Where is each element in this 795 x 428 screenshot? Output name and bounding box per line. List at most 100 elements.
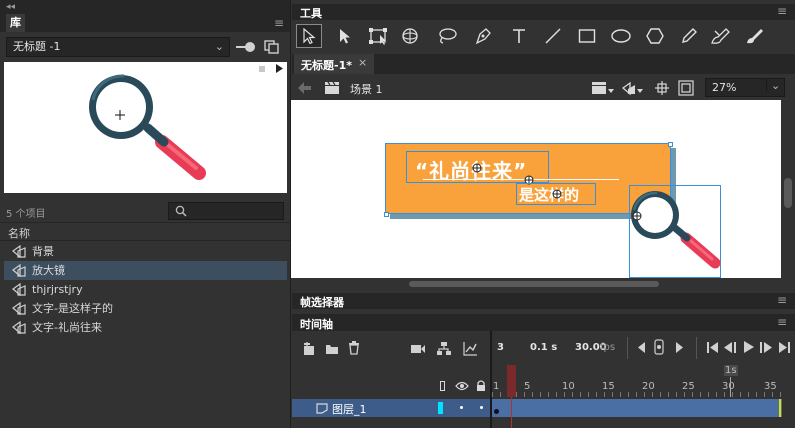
graphic-symbol-icon [12, 321, 26, 334]
selection-handle[interactable] [668, 142, 673, 147]
scene-clapper-icon [324, 81, 340, 95]
frame-track[interactable] [492, 399, 782, 417]
library-collapse-bar[interactable]: ◂◂ [0, 0, 290, 14]
selection-tool-button[interactable] [296, 24, 322, 48]
library-item-count: 5 个项目 [6, 209, 46, 220]
layer-row[interactable]: 图层_1 [292, 399, 490, 417]
free-transform-tool-button[interactable] [366, 24, 392, 48]
graph-editor-icon[interactable] [462, 341, 478, 357]
go-to-first-frame-icon[interactable] [707, 342, 718, 353]
camera-icon[interactable] [410, 343, 426, 355]
oval-tool-button[interactable] [608, 24, 634, 48]
library-item-text-lishang[interactable]: 文字-礼尚往来 [4, 318, 287, 337]
library-item-background[interactable]: 背景 [4, 242, 287, 261]
layer-lock-dot[interactable] [480, 406, 483, 409]
brush-tool-button[interactable] [742, 24, 768, 48]
insert-keyframe-icon[interactable] [654, 339, 664, 355]
chevron-down-icon: ⌄ [766, 79, 780, 92]
frame-picker-menu-icon[interactable]: ≡ [777, 293, 787, 307]
document-tab[interactable]: 无标题-1* × [294, 54, 374, 74]
layer-visible-dot[interactable] [460, 406, 463, 409]
edit-scene-icon[interactable] [590, 80, 614, 96]
horizontal-scroll-thumb[interactable] [409, 281, 659, 287]
library-search-field[interactable] [168, 202, 284, 220]
center-stage-icon[interactable] [654, 80, 670, 96]
3d-rotation-tool-button[interactable] [398, 24, 424, 48]
subselection-tool-button[interactable] [332, 24, 358, 48]
highlight-layers-icon[interactable] [440, 381, 446, 391]
layer-name: 图层_1 [332, 403, 367, 416]
playhead[interactable] [507, 365, 516, 397]
stage-horizontal-scrollbar[interactable] [291, 278, 781, 290]
paint-brush-tool-button[interactable] [708, 24, 734, 48]
pin-icon[interactable] [236, 41, 256, 53]
library-item-label: 背景 [32, 245, 54, 258]
lasso-tool-button[interactable] [434, 24, 460, 48]
new-folder-icon[interactable] [325, 343, 339, 355]
frame-picker-tab[interactable]: 帧选择器 [300, 294, 344, 310]
current-frame[interactable]: 3 [497, 342, 504, 353]
new-layer-icon[interactable] [302, 342, 316, 356]
pencil-tool-button[interactable] [676, 24, 702, 48]
document-dropdown[interactable]: 无标题 -1 ⌄ [6, 37, 230, 57]
pen-tool-button[interactable] [470, 24, 496, 48]
selection-handle[interactable] [384, 212, 389, 217]
registration-point-icon[interactable] [472, 163, 482, 173]
prev-keyframe-icon[interactable] [638, 342, 646, 353]
close-tab-icon[interactable]: × [358, 56, 367, 69]
rectangle-tool-button[interactable] [574, 24, 600, 48]
zoom-dropdown[interactable]: 27% ⌄ [705, 78, 785, 97]
delete-layer-icon[interactable] [348, 341, 360, 355]
library-column-header[interactable]: 名称 [0, 222, 290, 241]
magnifier-instance[interactable] [631, 190, 726, 275]
timeline-tab[interactable]: 时间轴 [300, 316, 333, 332]
registration-point-icon[interactable] [552, 189, 562, 199]
tools-menu-icon[interactable]: ≡ [777, 4, 787, 18]
step-forward-icon[interactable] [760, 342, 773, 353]
pen-icon [475, 28, 491, 45]
step-back-icon[interactable] [724, 342, 737, 353]
preview-play-icon[interactable] [276, 64, 283, 73]
stage-area[interactable]: “礼尚往来” 是这样的 [291, 100, 781, 278]
zoom-value: 27% [712, 81, 737, 94]
tools-tab[interactable]: 工具 [300, 5, 322, 21]
document-tab-bar: 无标题-1* × [292, 54, 795, 74]
library-menu-icon[interactable]: ≡ [274, 16, 284, 30]
play-icon[interactable] [744, 341, 754, 353]
library-tab[interactable]: 库 [6, 14, 25, 32]
library-item-label: 文字-礼尚往来 [32, 321, 102, 334]
stage-vertical-scrollbar[interactable] [781, 100, 795, 278]
library-item-thjrjrstjry[interactable]: thjrjrstjry [4, 280, 287, 299]
go-to-last-frame-icon[interactable] [779, 342, 790, 353]
show-hide-all-icon[interactable] [455, 381, 469, 391]
keyframe-dot[interactable] [494, 409, 499, 414]
text-tool-button[interactable] [506, 24, 532, 48]
timeline-menu-icon[interactable]: ≡ [777, 315, 787, 329]
brush-icon [747, 29, 763, 44]
graphic-symbol-icon [12, 283, 26, 296]
vertical-scroll-thumb[interactable] [784, 178, 792, 208]
edit-symbols-icon[interactable] [622, 80, 644, 96]
library-item-text-shizheyang[interactable]: 文字-是这样子的 [4, 299, 287, 318]
scene-label: 场景 1 [350, 83, 383, 96]
paint-brush-icon [711, 28, 730, 44]
frame-ruler[interactable]: 1s 1 5 10 15 20 25 30 35 [492, 365, 782, 397]
lock-all-icon[interactable] [476, 380, 486, 392]
line-tool-button[interactable] [540, 24, 566, 48]
tools-panel: 工具 ≡ [292, 0, 795, 52]
pencil-icon [682, 28, 697, 43]
3d-rotation-icon [402, 28, 418, 44]
layer-parenting-icon[interactable] [436, 341, 452, 357]
current-time[interactable]: 0.1 s [530, 342, 557, 353]
clip-to-stage-icon[interactable] [678, 80, 694, 96]
library-item-magnifier[interactable]: 放大镜 [4, 261, 287, 280]
next-keyframe-icon[interactable] [676, 342, 684, 353]
preview-stop-icon[interactable] [259, 66, 265, 72]
layer-color-swatch[interactable] [438, 402, 443, 414]
new-library-panel-icon[interactable] [264, 40, 280, 54]
graphic-symbol-icon [12, 264, 26, 277]
seconds-marker: 1s [724, 365, 738, 376]
polystar-tool-button[interactable] [642, 24, 668, 48]
registration-point-icon[interactable] [632, 211, 642, 221]
back-arrow-icon[interactable] [298, 82, 312, 94]
